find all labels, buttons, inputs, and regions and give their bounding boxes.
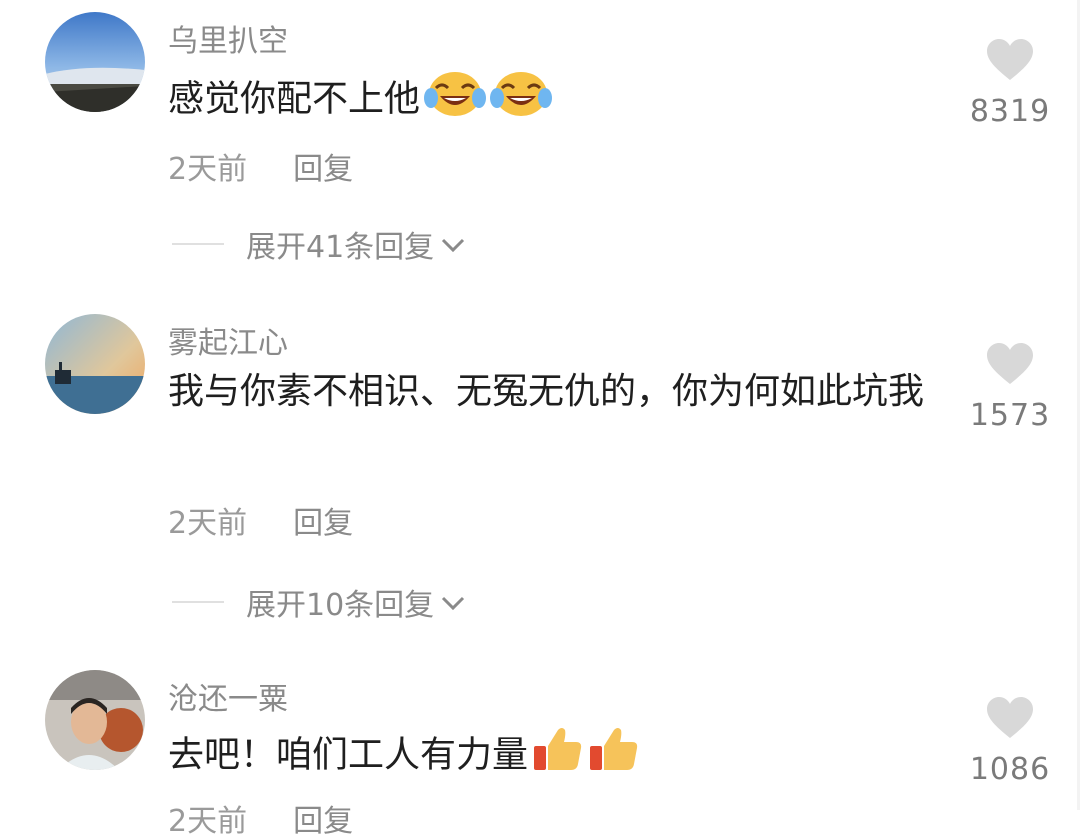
like-count: 1086 xyxy=(969,752,1051,787)
comment-meta: 2天前 回复 xyxy=(168,796,353,840)
comment-time: 2天前 xyxy=(168,152,248,187)
comment-text-body: 感觉你配不上他 xyxy=(168,78,421,120)
comment-time: 2天前 xyxy=(168,506,248,541)
avatar-image xyxy=(45,12,145,112)
comment-text: 我与你素不相识、无冤无仇的，你为何如此坑我 xyxy=(168,371,925,412)
expand-replies-button[interactable]: 展开41条回复 xyxy=(172,222,466,266)
divider-line xyxy=(172,243,224,245)
heart-icon[interactable] xyxy=(960,342,1060,390)
crying-laughing-emoji-icon xyxy=(424,68,487,133)
comment-item: 沧还一粟 去吧！咱们工人有力量 2天前 回复 1086 xyxy=(0,660,1080,839)
expand-replies-button[interactable]: 展开10条回复 xyxy=(172,580,466,624)
heart-icon[interactable] xyxy=(960,696,1060,744)
like-control[interactable]: 8319 xyxy=(960,38,1060,129)
thumbs-up-emoji-icon xyxy=(532,724,584,789)
heart-icon[interactable] xyxy=(960,38,1060,86)
like-control[interactable]: 1573 xyxy=(960,342,1060,433)
reply-button[interactable]: 回复 xyxy=(293,152,353,187)
avatar[interactable] xyxy=(45,314,145,414)
comment-text-body: 去吧！咱们工人有力量 xyxy=(168,734,529,776)
like-control[interactable]: 1086 xyxy=(960,696,1060,787)
thumbs-up-emoji-icon xyxy=(588,724,640,789)
comment-item: 乌里扒空 感觉你配不上他 2天前 回复 展开41条回复 8319 xyxy=(0,0,1080,300)
avatar[interactable] xyxy=(45,670,145,770)
expand-replies-label: 展开41条回复 xyxy=(246,230,435,265)
like-count: 8319 xyxy=(969,94,1051,129)
comment-username[interactable]: 沧还一粟 xyxy=(168,674,288,718)
comment-text: 去吧！咱们工人有力量 xyxy=(168,724,928,789)
crying-laughing-emoji-icon xyxy=(490,68,553,133)
reply-button[interactable]: 回复 xyxy=(293,506,353,541)
expand-replies-label: 展开10条回复 xyxy=(246,588,435,623)
avatar-image xyxy=(45,314,145,414)
chevron-down-icon xyxy=(440,585,466,620)
comment-meta: 2天前 回复 xyxy=(168,498,353,542)
like-count: 1573 xyxy=(969,398,1051,433)
comment-time: 2天前 xyxy=(168,804,248,839)
divider-line xyxy=(172,601,224,603)
comment-username[interactable]: 雾起江心 xyxy=(168,318,288,362)
comment-text: 感觉你配不上他 xyxy=(168,68,928,133)
avatar[interactable] xyxy=(45,12,145,112)
chevron-down-icon xyxy=(440,227,466,262)
avatar-image xyxy=(45,670,145,770)
comment-item: 雾起江心 我与你素不相识、无冤无仇的，你为何如此坑我 2天前 回复 展开10条回复… xyxy=(0,300,1080,660)
comment-username[interactable]: 乌里扒空 xyxy=(168,16,288,60)
comment-meta: 2天前 回复 xyxy=(168,144,353,188)
reply-button[interactable]: 回复 xyxy=(293,804,353,839)
